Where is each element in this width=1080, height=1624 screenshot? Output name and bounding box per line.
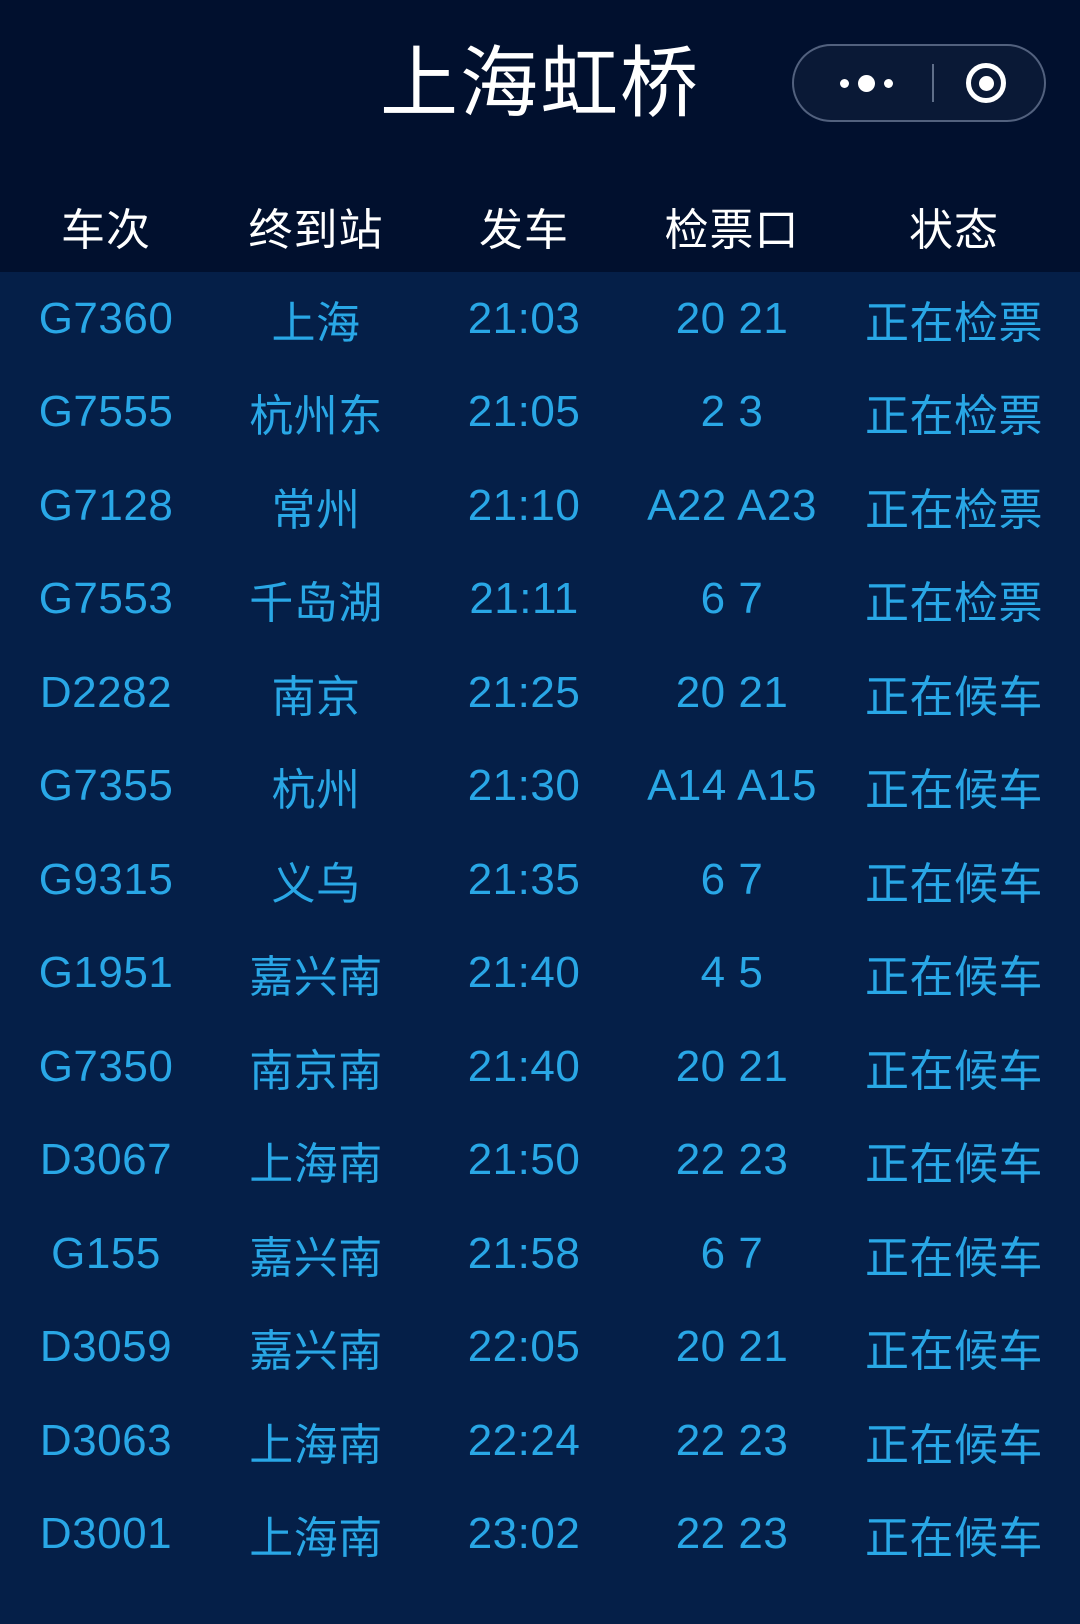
column-header-destination: 终到站 (248, 206, 384, 255)
column-header-gate: 检票口 (664, 206, 800, 255)
table-row[interactable]: G7350 南京南 21:40 20 21 正在候车 (0, 1020, 1080, 1114)
table-row[interactable]: D2282 南京 21:25 20 21 正在候车 (0, 646, 1080, 740)
cell-status: 正在候车 (865, 1420, 1043, 1470)
cell-status: 正在候车 (865, 1233, 1043, 1283)
cell-destination: 千岛湖 (249, 579, 383, 629)
cell-departure-time: 23:02 (467, 1509, 581, 1559)
cell-destination: 南京南 (249, 1046, 383, 1096)
cell-destination: 杭州 (271, 766, 361, 816)
cell-departure-time: 21:05 (467, 387, 581, 437)
cell-destination: 嘉兴南 (249, 1327, 383, 1377)
cell-train-number: G7360 (38, 293, 174, 343)
table-row[interactable]: G7555 杭州东 21:05 2 3 正在检票 (0, 366, 1080, 460)
table-row[interactable]: D3059 嘉兴南 22:05 20 21 正在候车 (0, 1301, 1080, 1395)
cell-gate: A22 A23 (647, 480, 817, 530)
capsule-divider (932, 64, 934, 102)
table-row[interactable]: G155 嘉兴南 21:58 6 7 正在候车 (0, 1207, 1080, 1301)
column-header-status: 状态 (909, 206, 999, 255)
table-row[interactable]: D3067 上海南 21:50 22 23 正在候车 (0, 1114, 1080, 1208)
cell-destination: 嘉兴南 (249, 1233, 383, 1283)
cell-train-number: D2282 (39, 667, 173, 717)
cell-departure-time: 21:11 (469, 574, 579, 624)
cell-status: 正在检票 (865, 298, 1043, 348)
departure-board-screen: 上海虹桥 车次 终到站 发车 检票口 状态 G7360 上海 21:03 20 21 正… (0, 0, 1080, 1624)
cell-departure-time: 22:05 (467, 1322, 581, 1372)
cell-departure-time: 21:35 (467, 854, 581, 904)
cell-departure-time: 21:25 (467, 667, 581, 717)
table-row[interactable]: G7553 千岛湖 21:11 6 7 正在检票 (0, 553, 1080, 647)
cell-status: 正在候车 (865, 766, 1043, 816)
table-row[interactable]: G7355 杭州 21:30 A14 A15 正在候车 (0, 740, 1080, 834)
cell-destination: 常州 (271, 485, 361, 535)
cell-gate: 22 23 (675, 1415, 789, 1465)
column-header-departure: 发车 (479, 206, 569, 255)
cell-destination: 义乌 (271, 859, 361, 909)
cell-gate: 6 7 (700, 854, 764, 904)
cell-train-number: G7128 (38, 480, 174, 530)
table-column-headers: 车次 终到站 发车 检票口 状态 (0, 180, 1080, 272)
cell-destination: 上海南 (249, 1140, 383, 1190)
cell-departure-time: 21:30 (467, 761, 581, 811)
cell-departure-time: 21:03 (467, 293, 581, 343)
cell-gate: 20 21 (675, 667, 789, 717)
cell-destination: 上海南 (249, 1514, 383, 1564)
cell-train-number: G9315 (38, 854, 174, 904)
cell-status: 正在候车 (865, 672, 1043, 722)
cell-status: 正在候车 (865, 859, 1043, 909)
cell-destination: 上海南 (249, 1420, 383, 1470)
cell-status: 正在检票 (865, 485, 1043, 535)
table-row[interactable]: G7360 上海 21:03 20 21 正在检票 (0, 272, 1080, 366)
departure-table-body[interactable]: G7360 上海 21:03 20 21 正在检票 G7555 杭州东 21:05 2 3 正在检… (0, 272, 1080, 1624)
cell-departure-time: 21:58 (467, 1228, 581, 1278)
cell-destination: 杭州东 (249, 392, 383, 442)
cell-train-number: D3063 (39, 1415, 173, 1465)
cell-status: 正在候车 (865, 1046, 1043, 1096)
cell-destination: 南京 (271, 672, 361, 722)
cell-departure-time: 21:10 (467, 480, 581, 530)
cell-departure-time: 21:50 (467, 1135, 581, 1185)
cell-train-number: D3059 (39, 1322, 173, 1372)
cell-train-number: G7555 (38, 387, 174, 437)
cell-departure-time: 21:40 (467, 948, 581, 998)
cell-departure-time: 22:24 (467, 1415, 581, 1465)
table-row[interactable]: G9315 义乌 21:35 6 7 正在候车 (0, 833, 1080, 927)
cell-train-number: G1951 (38, 948, 174, 998)
table-row[interactable]: G7128 常州 21:10 A22 A23 正在检票 (0, 459, 1080, 553)
cell-gate: 20 21 (675, 1322, 789, 1372)
cell-status: 正在候车 (865, 953, 1043, 1003)
cell-gate: A14 A15 (647, 761, 817, 811)
cell-gate: 4 5 (700, 948, 764, 998)
cell-gate: 20 21 (675, 293, 789, 343)
cell-gate: 6 7 (700, 574, 764, 624)
cell-gate: 22 23 (675, 1135, 789, 1185)
cell-train-number: G155 (51, 1228, 161, 1278)
cell-status: 正在候车 (865, 1327, 1043, 1377)
table-row[interactable]: D3001 上海南 23:02 22 23 正在候车 (0, 1488, 1080, 1582)
cell-train-number: G7553 (38, 574, 174, 624)
cell-status: 正在检票 (865, 392, 1043, 442)
cell-train-number: D3001 (39, 1509, 173, 1559)
cell-status: 正在候车 (865, 1514, 1043, 1564)
miniprogram-capsule (792, 44, 1046, 122)
cell-train-number: G7350 (38, 1041, 174, 1091)
cell-gate: 2 3 (700, 387, 764, 437)
table-row[interactable]: G1951 嘉兴南 21:40 4 5 正在候车 (0, 927, 1080, 1021)
cell-destination: 上海 (271, 298, 361, 348)
page-header: 上海虹桥 车次 终到站 发车 检票口 状态 (0, 0, 1080, 272)
cell-gate: 20 21 (675, 1041, 789, 1091)
more-dots-icon[interactable] (822, 46, 910, 120)
cell-status: 正在候车 (865, 1140, 1043, 1190)
cell-departure-time: 21:40 (467, 1041, 581, 1091)
cell-destination: 嘉兴南 (249, 953, 383, 1003)
cell-gate: 22 23 (675, 1509, 789, 1559)
table-row[interactable]: D3063 上海南 22:24 22 23 正在候车 (0, 1394, 1080, 1488)
target-circle-icon[interactable] (956, 46, 1016, 120)
column-header-train: 车次 (61, 206, 151, 255)
cell-status: 正在检票 (865, 579, 1043, 629)
cell-gate: 6 7 (700, 1228, 764, 1278)
cell-train-number: G7355 (38, 761, 174, 811)
cell-train-number: D3067 (39, 1135, 173, 1185)
